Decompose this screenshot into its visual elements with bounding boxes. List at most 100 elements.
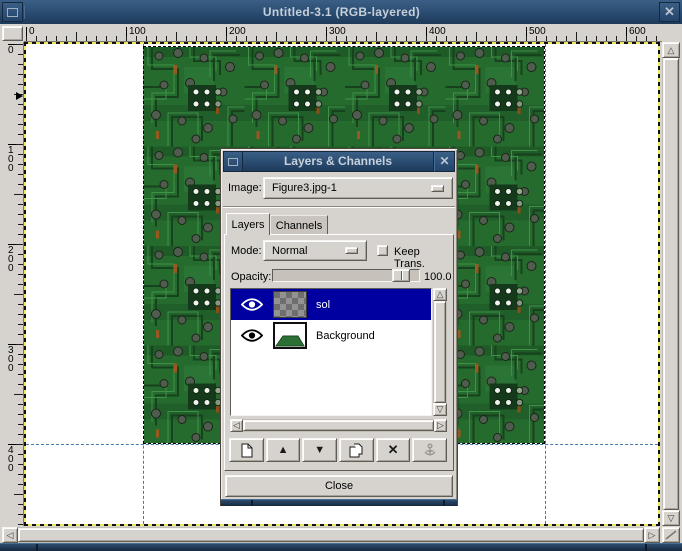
scroll-down-button[interactable]: ▽ bbox=[662, 510, 680, 526]
close-icon: ✕ bbox=[439, 154, 449, 168]
layer-thumbnail-canvas bbox=[273, 322, 307, 349]
duplicate-layer-icon bbox=[349, 443, 364, 458]
frame-separator bbox=[36, 544, 38, 551]
duplicate-layer-button[interactable] bbox=[339, 438, 374, 462]
scroll-up-button[interactable]: △ bbox=[662, 42, 680, 58]
list-hscroll-trough[interactable] bbox=[243, 419, 434, 432]
visibility-toggle[interactable] bbox=[231, 329, 273, 342]
image-select[interactable]: Figure3.jpg-1 bbox=[263, 177, 453, 199]
list-hscroll-thumb[interactable] bbox=[243, 420, 434, 431]
h-ruler-label: 400 bbox=[426, 27, 446, 41]
tab-layers[interactable]: Layers bbox=[226, 213, 270, 235]
option-menu-indicator-icon bbox=[431, 185, 444, 192]
close-button-label: Close bbox=[325, 480, 353, 492]
layers-list: sol Background bbox=[230, 288, 432, 416]
layer-row-background[interactable]: Background bbox=[231, 320, 431, 351]
new-layer-button[interactable] bbox=[229, 438, 264, 462]
ruler-origin-button[interactable] bbox=[2, 26, 23, 41]
window-title: Untitled-3.1 (RGB-layered) bbox=[24, 5, 658, 19]
layer-row-sol[interactable]: sol bbox=[231, 289, 431, 320]
h-ruler-label: 0 bbox=[26, 27, 35, 41]
arrow-up-icon: △ bbox=[668, 46, 675, 55]
canvas-boundary-left bbox=[24, 42, 26, 526]
eye-icon bbox=[241, 298, 263, 311]
visibility-toggle[interactable] bbox=[231, 298, 273, 311]
layer-name: Background bbox=[316, 330, 375, 342]
window-close-button[interactable]: ✕ bbox=[659, 2, 680, 22]
dialog-close-button[interactable]: ✕ bbox=[434, 151, 455, 172]
list-scroll-left-button[interactable]: ◁ bbox=[230, 419, 243, 432]
arrow-up-icon: △ bbox=[437, 290, 444, 299]
canvas-preview-shape bbox=[275, 324, 305, 347]
keep-trans-checkbox[interactable] bbox=[377, 245, 388, 256]
h-ruler-label: 600 bbox=[626, 27, 646, 41]
gimp-image-window: Untitled-3.1 (RGB-layered) ✕ 0 100 200 3… bbox=[0, 0, 682, 551]
v-ruler-label: 0 bbox=[8, 44, 16, 55]
opacity-slider-handle[interactable] bbox=[392, 269, 410, 282]
tab-layers-label: Layers bbox=[231, 219, 264, 231]
list-scroll-right-button[interactable]: ▷ bbox=[434, 419, 447, 432]
window-menu-button[interactable] bbox=[2, 2, 23, 22]
close-icon: ✕ bbox=[664, 4, 675, 19]
h-ruler-label: 300 bbox=[326, 27, 346, 41]
arrow-right-icon: ▷ bbox=[649, 531, 656, 540]
tab-channels[interactable]: Channels bbox=[270, 215, 328, 235]
opacity-slider[interactable] bbox=[272, 269, 420, 282]
vertical-scrollbar[interactable]: △ ▽ bbox=[662, 42, 680, 526]
opacity-label: Opacity: bbox=[231, 271, 271, 283]
ruler-position-marker-icon bbox=[16, 92, 23, 100]
frame-separator bbox=[645, 544, 647, 551]
delete-layer-icon: ✕ bbox=[388, 442, 399, 458]
new-layer-icon bbox=[240, 443, 253, 458]
h-ruler-label: 500 bbox=[526, 27, 546, 41]
canvas-boundary-top bbox=[24, 42, 660, 44]
mode-select-value: Normal bbox=[272, 245, 345, 257]
layer-tool-buttons: ▲ ▼ ✕ bbox=[229, 438, 447, 462]
list-horizontal-scrollbar[interactable]: ◁ ▷ bbox=[230, 419, 447, 432]
h-ruler-label: 200 bbox=[226, 27, 246, 41]
v-ruler-label: 100 bbox=[8, 144, 16, 173]
dialog-titlebar: Layers & Channels ✕ bbox=[223, 151, 455, 172]
list-scroll-up-button[interactable]: △ bbox=[433, 288, 447, 301]
list-vscroll-trough[interactable] bbox=[433, 301, 447, 403]
vertical-scrollbar-thumb[interactable] bbox=[663, 58, 679, 510]
lower-layer-button[interactable]: ▼ bbox=[302, 438, 337, 462]
delete-layer-button[interactable]: ✕ bbox=[376, 438, 411, 462]
arrow-down-icon: ▽ bbox=[437, 405, 444, 414]
frame-separator bbox=[251, 500, 253, 506]
lower-layer-icon: ▼ bbox=[314, 444, 325, 456]
mode-select[interactable]: Normal bbox=[263, 240, 367, 261]
scroll-right-button[interactable]: ▷ bbox=[644, 527, 660, 543]
scroll-left-button[interactable]: ◁ bbox=[2, 527, 18, 543]
guide-vertical-right[interactable] bbox=[545, 44, 546, 524]
layer-thumbnail-transparent bbox=[273, 291, 307, 318]
vertical-ruler[interactable]: 0 100 200 300 400 bbox=[4, 42, 24, 526]
dialog-menu-button[interactable] bbox=[223, 151, 243, 172]
opacity-value: 100.0 bbox=[424, 271, 452, 283]
horizontal-scrollbar-thumb[interactable] bbox=[18, 528, 644, 542]
layers-channels-dialog: Layers & Channels ✕ Image: Figure3.jpg-1… bbox=[220, 148, 458, 506]
option-menu-indicator-icon bbox=[345, 247, 358, 254]
window-menu-icon bbox=[7, 8, 18, 17]
horizontal-ruler[interactable]: 0 100 200 300 400 500 600 bbox=[24, 26, 662, 42]
arrow-left-icon: ◁ bbox=[7, 531, 14, 540]
image-label: Image: bbox=[228, 182, 262, 194]
resize-grip-icon bbox=[665, 530, 677, 540]
layer-name: sol bbox=[316, 299, 330, 311]
list-scroll-down-button[interactable]: ▽ bbox=[433, 403, 447, 416]
resize-grip[interactable] bbox=[662, 527, 680, 543]
list-vertical-scrollbar[interactable]: △ ▽ bbox=[433, 288, 447, 416]
arrow-down-icon: ▽ bbox=[668, 514, 675, 523]
v-ruler-label: 300 bbox=[8, 344, 16, 373]
anchor-layer-button[interactable] bbox=[412, 438, 447, 462]
anchor-icon bbox=[423, 443, 437, 457]
dialog-bottom-frame bbox=[221, 499, 457, 506]
v-ruler-label: 200 bbox=[8, 244, 16, 273]
horizontal-scrollbar[interactable]: ◁ ▷ bbox=[2, 527, 660, 543]
raise-layer-button[interactable]: ▲ bbox=[266, 438, 301, 462]
window-bottom-frame bbox=[0, 543, 682, 551]
list-vscroll-thumb[interactable] bbox=[434, 301, 446, 403]
close-button[interactable]: Close bbox=[225, 475, 453, 497]
window-titlebar: Untitled-3.1 (RGB-layered) ✕ bbox=[0, 0, 682, 24]
h-ruler-label: 100 bbox=[126, 27, 146, 41]
